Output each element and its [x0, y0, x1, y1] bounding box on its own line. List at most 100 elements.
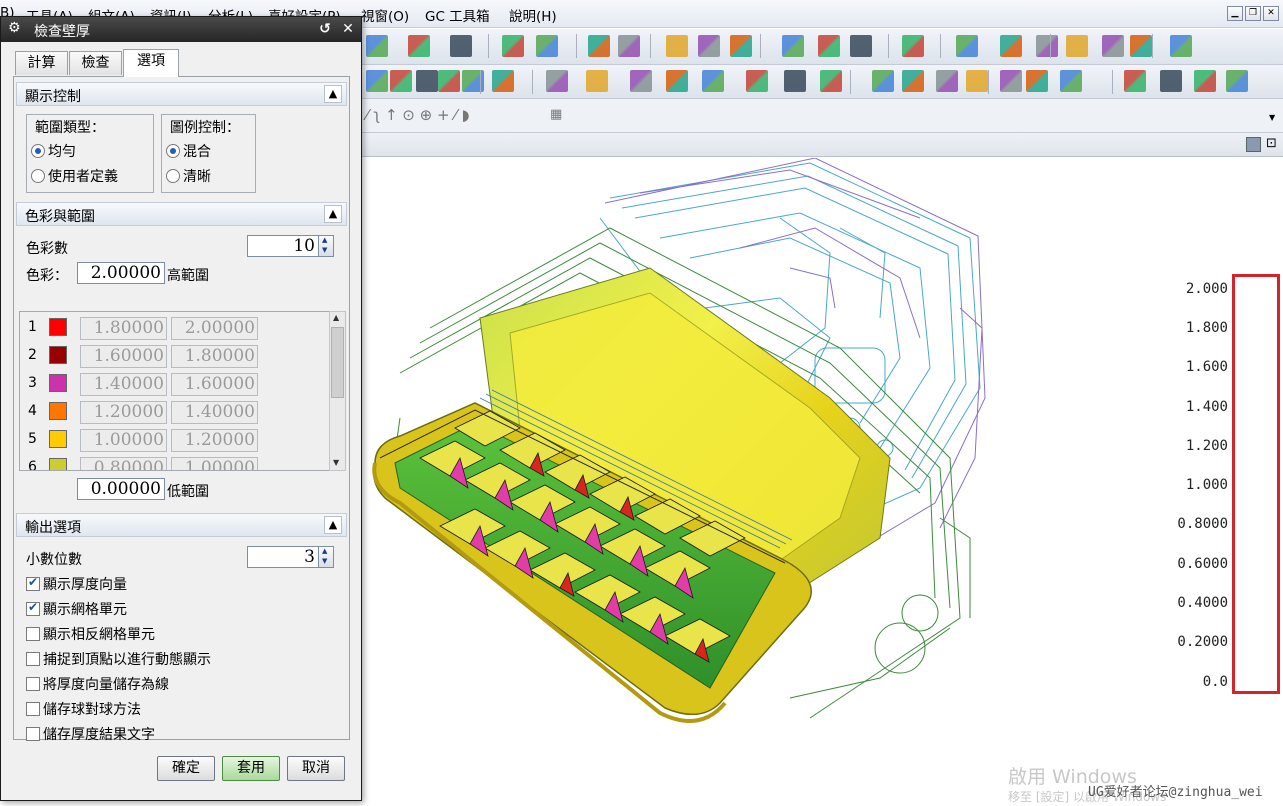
radio-uniform[interactable]: 均勻 — [31, 141, 76, 161]
toolbar-tool-icon[interactable] — [416, 70, 438, 92]
scroll-up-icon[interactable]: ▲ — [333, 313, 339, 322]
menu-item-gc-toolbox[interactable]: GC 工具箱 — [425, 5, 490, 25]
toolbar-tool-icon[interactable] — [1130, 35, 1152, 57]
cancel-button[interactable]: 取消 — [287, 756, 345, 781]
toolbar-tool-icon[interactable] — [1124, 70, 1146, 92]
radio-selected-icon[interactable] — [31, 144, 45, 158]
toolbar-tool-icon[interactable] — [390, 70, 412, 92]
checkbox-icon[interactable] — [26, 627, 40, 641]
checkbox-icon[interactable] — [26, 652, 40, 666]
toolbar-tool-icon[interactable] — [850, 35, 872, 57]
list-item[interactable]: 1 1.80000 2.00000 — [20, 314, 320, 342]
toolbar-tool-icon[interactable] — [546, 70, 568, 92]
group-color-range[interactable]: 色彩與範圍 ▲ — [16, 202, 347, 226]
minimize-icon[interactable]: ▁ — [1227, 6, 1243, 21]
checkbox-icon[interactable] — [26, 677, 40, 691]
toolbar-tool-icon[interactable] — [936, 70, 958, 92]
toolbar-tool-icon[interactable] — [1194, 70, 1216, 92]
checkbox-checked-icon[interactable] — [26, 575, 40, 591]
list-item[interactable]: 4 1.20000 1.40000 — [20, 398, 320, 426]
toolbar-tool-icon[interactable] — [1036, 35, 1058, 57]
chevron-up-icon[interactable]: ▲ — [324, 516, 342, 534]
list-item[interactable]: 5 1.00000 1.20000 — [20, 426, 320, 454]
toolbar-tool-icon[interactable] — [588, 35, 610, 57]
checkbox-save-ball-method[interactable]: 儲存球對球方法 — [26, 699, 141, 719]
toolbar-tool-icon[interactable] — [730, 35, 752, 57]
low-range-input[interactable]: 0.00000 — [77, 478, 165, 500]
reset-icon[interactable]: ↺ — [315, 20, 335, 39]
toolbar-tool-icon[interactable] — [630, 70, 652, 92]
checkbox-save-result-text[interactable]: 儲存厚度結果文字 — [26, 724, 155, 744]
checkbox-show-mesh-elements[interactable]: 顯示網格單元 — [26, 599, 127, 619]
toolbar-tool-icon[interactable] — [1066, 35, 1088, 57]
checkbox-show-thickness-vectors[interactable]: 顯示厚度向量 — [26, 574, 127, 594]
grid-icon[interactable]: ▦ — [550, 107, 562, 122]
toolbar-tool-icon[interactable] — [438, 70, 460, 92]
toolbar-tool-icon[interactable] — [1170, 35, 1192, 57]
view-style-icon[interactable] — [1246, 137, 1261, 152]
radio-blend[interactable]: 混合 — [166, 141, 211, 161]
radio-sharp[interactable]: 清晰 — [166, 166, 211, 186]
toolbar-tool-icon[interactable] — [586, 70, 608, 92]
toolbar-tool-icon[interactable] — [966, 70, 988, 92]
color-swatch[interactable] — [49, 318, 67, 336]
toolbar-tool-icon[interactable] — [536, 35, 558, 57]
sketch-tools-icon[interactable]: ⁄ ʅ ↑ ⊙ ⊕ + ⁄ ◗ — [366, 106, 469, 124]
toolbar-tool-icon[interactable] — [820, 70, 842, 92]
radio-icon[interactable] — [31, 169, 45, 183]
group-display-control[interactable]: 顯示控制 ▲ — [16, 82, 347, 106]
toolbar-tool-icon[interactable] — [1026, 70, 1048, 92]
toolbar-tool-icon[interactable] — [366, 70, 388, 92]
toolbar-tool-icon[interactable] — [872, 70, 894, 92]
close-icon[interactable]: ✕ — [1263, 6, 1279, 21]
color-swatch[interactable] — [49, 402, 67, 420]
toolbar-tool-icon[interactable] — [956, 35, 978, 57]
chevron-down-icon[interactable]: ▼ — [1269, 113, 1275, 122]
toolbar-tool-icon[interactable] — [818, 35, 840, 57]
high-range-input[interactable]: 2.00000 — [77, 262, 165, 284]
toolbar-tool-icon[interactable] — [1000, 35, 1022, 57]
toolbar-tool-icon[interactable] — [502, 35, 524, 57]
menu-item-window[interactable]: 視窗(O) — [361, 5, 409, 25]
toolbar-tool-icon[interactable] — [902, 70, 924, 92]
tab-check[interactable]: 檢查 — [69, 51, 122, 75]
checkbox-snap-to-vertex[interactable]: 捕捉到頂點以進行動態顯示 — [26, 649, 211, 669]
color-count-spinner[interactable] — [318, 235, 334, 257]
color-range-list[interactable]: 1 1.80000 2.00000 2 1.60000 1.80000 3 1.… — [19, 311, 330, 471]
checkbox-checked-icon[interactable] — [26, 600, 40, 616]
scroll-down-icon[interactable]: ▼ — [333, 458, 339, 467]
maximize-view-icon[interactable]: ⊡ — [1266, 136, 1277, 151]
toolbar-tool-icon[interactable] — [1226, 70, 1248, 92]
checkbox-save-vectors-as-lines[interactable]: 將厚度向量儲存為線 — [26, 674, 169, 694]
list-item[interactable]: 6 0.80000 1.00000 — [20, 454, 320, 470]
toolbar-tool-icon[interactable] — [746, 70, 768, 92]
toolbar-tool-icon[interactable] — [902, 35, 924, 57]
toolbar-tool-icon[interactable] — [1000, 70, 1022, 92]
toolbar-tool-icon[interactable] — [366, 35, 388, 57]
toolbar-tool-icon[interactable] — [666, 70, 688, 92]
checkbox-icon[interactable] — [26, 727, 40, 741]
radio-selected-icon[interactable] — [166, 144, 180, 158]
restore-icon[interactable]: ❐ — [1245, 6, 1261, 21]
close-icon[interactable]: ✕ — [338, 20, 358, 39]
list-scrollbar[interactable]: ▲ ▼ — [329, 311, 346, 471]
chevron-up-icon[interactable]: ▲ — [324, 85, 342, 103]
toolbar-tool-icon[interactable] — [450, 35, 472, 57]
radio-icon[interactable] — [166, 169, 180, 183]
color-count-input[interactable]: 10 — [247, 235, 319, 257]
gear-icon[interactable]: ⚙ — [8, 20, 21, 36]
toolbar-tool-icon[interactable] — [1060, 70, 1082, 92]
decimal-places-input[interactable]: 3 — [247, 546, 319, 568]
radio-user-defined[interactable]: 使用者定義 — [31, 166, 118, 186]
list-item[interactable]: 2 1.60000 1.80000 — [20, 342, 320, 370]
toolbar-tool-icon[interactable] — [784, 70, 806, 92]
color-swatch[interactable] — [49, 458, 67, 470]
toolbar-tool-icon[interactable] — [782, 35, 804, 57]
color-swatch[interactable] — [49, 374, 67, 392]
decimal-places-spinner[interactable] — [318, 546, 334, 568]
chevron-up-icon[interactable]: ▲ — [324, 205, 342, 223]
color-swatch[interactable] — [49, 430, 67, 448]
apply-button[interactable]: 套用 — [222, 756, 280, 781]
scroll-thumb[interactable] — [331, 327, 344, 398]
checkbox-show-reverse-mesh[interactable]: 顯示相反網格單元 — [26, 624, 155, 644]
